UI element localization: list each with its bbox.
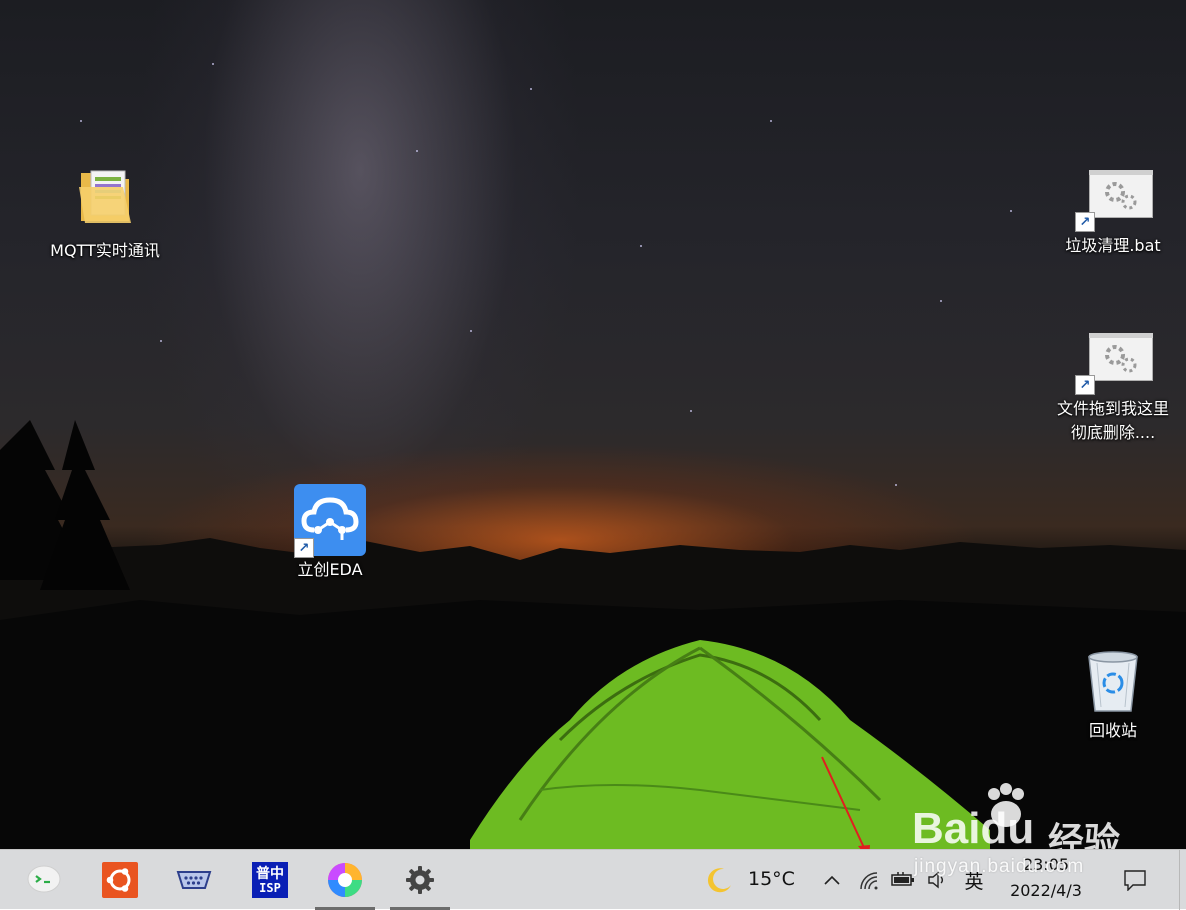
isp-icon: 普中 ISP bbox=[252, 862, 288, 898]
watermark-url: jingyan.baidu.com bbox=[914, 856, 1085, 877]
desktop-icon-recycle-bin[interactable]: 回收站 bbox=[1054, 649, 1172, 743]
gear-icon bbox=[406, 866, 434, 894]
wechat-icon bbox=[27, 865, 61, 893]
chevron-up-icon bbox=[824, 875, 840, 885]
taskbar-app-settings[interactable] bbox=[390, 850, 450, 910]
weather-widget[interactable]: 15°C bbox=[700, 864, 810, 896]
ubuntu-icon bbox=[102, 862, 138, 898]
isp-icon-bottom-text: ISP bbox=[259, 880, 281, 895]
desktop-icon-file-shredder-bat[interactable]: ↗ 文件拖到我这里彻底删除.... bbox=[1054, 333, 1172, 445]
batch-file-icon bbox=[1089, 170, 1153, 218]
desktop-icon-mqtt[interactable]: MQTT实时通讯 bbox=[46, 163, 164, 263]
landscape-scene bbox=[0, 420, 1186, 849]
recycle-bin-icon bbox=[1088, 651, 1138, 712]
taskbar: 普中 ISP 15°C 英 23:05 2022/4/3 jingyan.bai… bbox=[0, 849, 1186, 910]
desktop-icon-label: 垃圾清理.bat bbox=[1065, 236, 1161, 255]
folder-icon bbox=[79, 170, 131, 223]
wifi-button[interactable] bbox=[855, 866, 883, 894]
tray-overflow-button[interactable] bbox=[818, 866, 846, 894]
notification-icon bbox=[1124, 870, 1146, 891]
shortcut-arrow-icon: ↗ bbox=[294, 538, 314, 558]
desktop-icon-label: 文件拖到我这里彻底删除.... bbox=[1057, 399, 1169, 442]
battery-icon bbox=[891, 872, 914, 886]
notification-center-button[interactable] bbox=[1118, 864, 1152, 896]
desktop-icon-trash-cleanup-bat[interactable]: ↗ 垃圾清理.bat bbox=[1054, 170, 1172, 258]
batch-file-icon bbox=[1089, 333, 1153, 381]
taskbar-app-wechat[interactable] bbox=[14, 850, 74, 910]
desktop-icon-lichuang-eda[interactable]: ↗ 立创EDA bbox=[271, 484, 389, 582]
shortcut-arrow-icon: ↗ bbox=[1075, 212, 1095, 232]
temperature-text: 15°C bbox=[748, 868, 795, 890]
isp-icon-top-text: 普中 bbox=[256, 865, 284, 882]
battery-button[interactable] bbox=[889, 866, 917, 894]
wifi-icon bbox=[860, 872, 878, 890]
clock-date: 2022/4/3 bbox=[1010, 881, 1082, 900]
taskbar-app-serial-port[interactable] bbox=[164, 850, 224, 910]
show-desktop-button[interactable] bbox=[1179, 850, 1186, 910]
desktop-icon-label: 立创EDA bbox=[297, 560, 363, 579]
pinwheel-icon bbox=[328, 863, 362, 897]
taskbar-app-isp[interactable]: 普中 ISP bbox=[240, 850, 300, 910]
shortcut-arrow-icon: ↗ bbox=[1075, 375, 1095, 395]
serial-port-icon bbox=[176, 871, 212, 889]
desktop-icon-label: 回收站 bbox=[1088, 721, 1137, 740]
desktop-icon-label: MQTT实时通讯 bbox=[50, 241, 160, 260]
taskbar-app-ubuntu[interactable] bbox=[90, 850, 150, 910]
moon-icon bbox=[707, 868, 731, 893]
desktop: MQTT实时通讯 ↗ 立创EDA ↗ 垃圾清理.bat ↗ 文件拖到我这里彻底删… bbox=[0, 0, 1186, 849]
taskbar-app-photos[interactable] bbox=[315, 850, 375, 910]
